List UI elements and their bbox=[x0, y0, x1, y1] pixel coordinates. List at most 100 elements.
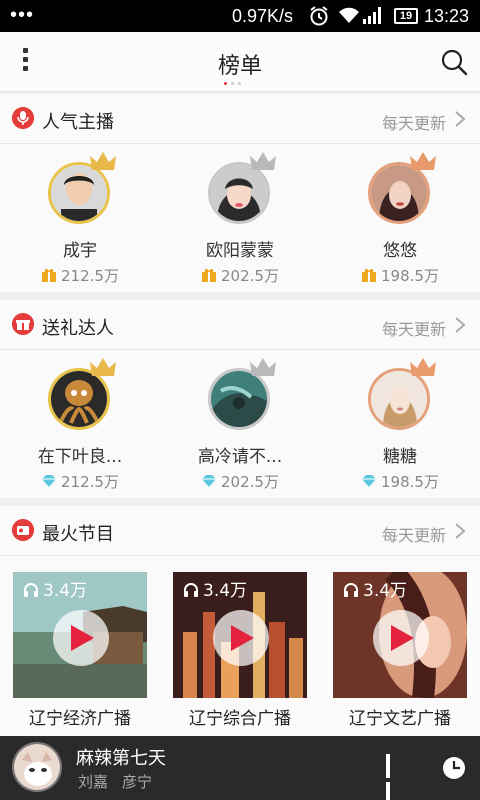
wifi-icon bbox=[339, 7, 359, 23]
list-item[interactable]: 在下叶良... 212.5万 bbox=[0, 350, 160, 500]
gift-value: 198.5万 bbox=[381, 267, 439, 285]
gift-icon bbox=[362, 269, 377, 282]
radio-icon bbox=[12, 519, 34, 541]
alarm-icon bbox=[310, 6, 328, 26]
clock-icon[interactable] bbox=[440, 754, 468, 782]
program-thumbnail[interactable]: 3.4万 bbox=[333, 572, 467, 698]
program-name: 辽宁综合广播 bbox=[189, 709, 291, 729]
diamond-icon bbox=[362, 475, 377, 487]
gift-icon bbox=[202, 269, 217, 282]
notification-dots: ••• bbox=[10, 4, 35, 26]
crown-icon bbox=[250, 152, 276, 170]
program-name: 辽宁经济广播 bbox=[29, 709, 131, 729]
gifter-name: 在下叶良... bbox=[37, 447, 123, 467]
play-count: 3.4万 bbox=[23, 576, 87, 601]
search-icon[interactable] bbox=[440, 48, 468, 76]
gift-count: 202.5万 bbox=[160, 265, 320, 286]
section-top-gifters: 送礼达人 每天更新 在下叶良... 212.5万 高冷请不... 202.5万 bbox=[0, 300, 480, 498]
gifter-list: 在下叶良... 212.5万 高冷请不... 202.5万 糖糖 198.5万 bbox=[0, 350, 480, 500]
crown-icon bbox=[90, 358, 116, 376]
network-speed: 0.97K/s bbox=[232, 6, 294, 26]
headphone-icon bbox=[24, 583, 38, 597]
diamond-count: 212.5万 bbox=[0, 471, 160, 492]
program-list: 3.4万 辽宁经济广播 3.4万 辽宁综合广播 3.4万 辽宁文艺广播 bbox=[0, 556, 480, 736]
section-header[interactable]: 最火节目 每天更新 bbox=[0, 506, 480, 556]
program-card[interactable]: 3.4万 辽宁经济广播 bbox=[13, 572, 147, 729]
gift-count: 212.5万 bbox=[0, 265, 160, 286]
list-item[interactable]: 欧阳蒙蒙 202.5万 bbox=[160, 144, 320, 294]
list-item[interactable]: 成宇 212.5万 bbox=[0, 144, 160, 294]
play-count-value: 3.4万 bbox=[363, 581, 408, 601]
gift-value: 212.5万 bbox=[61, 267, 119, 285]
program-card[interactable]: 3.4万 辽宁综合广播 bbox=[173, 572, 307, 729]
chevron-right-icon[interactable] bbox=[454, 317, 466, 333]
play-button[interactable] bbox=[373, 610, 429, 666]
program-thumbnail[interactable]: 3.4万 bbox=[173, 572, 307, 698]
mini-player[interactable]: 麻辣第七天 刘嘉 彦宁 bbox=[0, 736, 480, 800]
host-name: 成宇 bbox=[63, 241, 97, 261]
play-count: 3.4万 bbox=[343, 576, 407, 601]
play-icon bbox=[71, 625, 94, 651]
chevron-right-icon[interactable] bbox=[454, 111, 466, 127]
artist-name: 刘嘉 bbox=[78, 773, 109, 791]
section-hot-programs: 最火节目 每天更新 3.4万 辽宁经济广播 3.4万 辽宁综合广播 3.4万 辽… bbox=[0, 506, 480, 738]
clock-time: 13:23 bbox=[424, 6, 470, 26]
section-header[interactable]: 人气主播 每天更新 bbox=[0, 94, 480, 144]
crown-icon bbox=[90, 152, 116, 170]
diamond-count: 198.5万 bbox=[320, 471, 480, 492]
pause-icon[interactable] bbox=[386, 754, 406, 800]
play-button[interactable] bbox=[53, 610, 109, 666]
gift-count: 198.5万 bbox=[320, 265, 480, 286]
diamond-count: 202.5万 bbox=[160, 471, 320, 492]
crown-icon bbox=[410, 152, 436, 170]
signal-icon bbox=[363, 7, 381, 24]
status-bar: ••• 0.97K/s 19 13:23 bbox=[0, 0, 480, 32]
play-count-value: 3.4万 bbox=[43, 581, 88, 601]
headphone-icon bbox=[344, 583, 358, 597]
play-icon bbox=[231, 625, 254, 651]
app-header: 榜单 bbox=[0, 32, 480, 92]
host-list: 成宇 212.5万 欧阳蒙蒙 202.5万 悠悠 198.5万 bbox=[0, 144, 480, 294]
artist-names: 刘嘉 彦宁 bbox=[78, 771, 166, 792]
diamond-value: 198.5万 bbox=[381, 473, 439, 491]
gift-value: 202.5万 bbox=[221, 267, 279, 285]
section-title: 送礼达人 bbox=[42, 318, 114, 339]
gift-icon bbox=[12, 313, 34, 335]
page-indicator bbox=[224, 82, 256, 86]
headphone-icon bbox=[184, 583, 198, 597]
page-title: 榜单 bbox=[217, 54, 262, 79]
crown-icon bbox=[410, 358, 436, 376]
battery-icon: 19 bbox=[394, 8, 418, 24]
program-name: 辽宁文艺广播 bbox=[349, 709, 451, 729]
gift-icon bbox=[42, 269, 57, 282]
diamond-icon bbox=[42, 475, 57, 487]
list-item[interactable]: 悠悠 198.5万 bbox=[320, 144, 480, 294]
chevron-right-icon[interactable] bbox=[454, 523, 466, 539]
program-card[interactable]: 3.4万 辽宁文艺广播 bbox=[333, 572, 467, 729]
host-name: 悠悠 bbox=[383, 241, 417, 261]
album-cover[interactable] bbox=[12, 742, 62, 792]
daily-update-link[interactable]: 每天更新 bbox=[382, 522, 446, 546]
section-title: 人气主播 bbox=[42, 112, 114, 133]
gifter-name: 糖糖 bbox=[383, 447, 417, 467]
play-count-value: 3.4万 bbox=[203, 581, 248, 601]
daily-update-link[interactable]: 每天更新 bbox=[382, 110, 446, 134]
song-title: 麻辣第七天 bbox=[76, 748, 166, 769]
program-thumbnail[interactable]: 3.4万 bbox=[13, 572, 147, 698]
diamond-value: 212.5万 bbox=[61, 473, 119, 491]
artist-name: 彦宁 bbox=[122, 773, 153, 791]
gifter-name: 高冷请不... bbox=[197, 447, 283, 467]
diamond-icon bbox=[202, 475, 217, 487]
host-name: 欧阳蒙蒙 bbox=[206, 241, 274, 261]
crown-icon bbox=[250, 358, 276, 376]
list-item[interactable]: 高冷请不... 202.5万 bbox=[160, 350, 320, 500]
section-header[interactable]: 送礼达人 每天更新 bbox=[0, 300, 480, 350]
play-button[interactable] bbox=[213, 610, 269, 666]
play-icon bbox=[391, 625, 414, 651]
section-popular-hosts: 人气主播 每天更新 成宇 212.5万 欧阳蒙蒙 202.5万 悠悠 198.5… bbox=[0, 94, 480, 292]
diamond-value: 202.5万 bbox=[221, 473, 279, 491]
section-title: 最火节目 bbox=[42, 524, 114, 545]
list-item[interactable]: 糖糖 198.5万 bbox=[320, 350, 480, 500]
play-count: 3.4万 bbox=[183, 576, 247, 601]
daily-update-link[interactable]: 每天更新 bbox=[382, 316, 446, 340]
